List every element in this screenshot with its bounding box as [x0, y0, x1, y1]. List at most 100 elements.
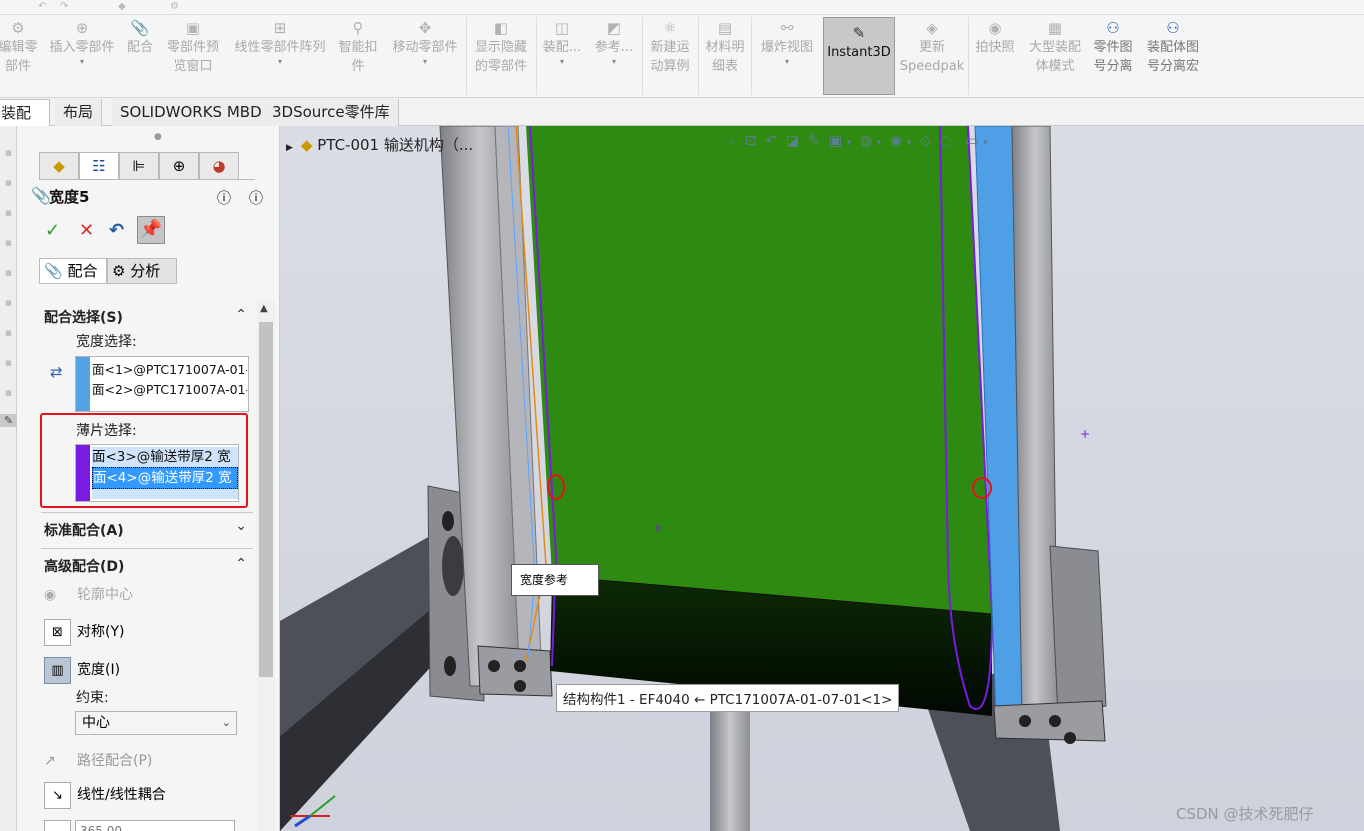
feature-tree-flyout[interactable]: ▶ ◆ PTC-001 输送机构（... [286, 134, 473, 155]
assembly-number-button[interactable]: ⚇ 装配体图 号分离宏 [1142, 19, 1204, 76]
zoom-area-icon[interactable]: ⊡ [745, 133, 757, 149]
tab-selection-list[interactable]: 面<3>@输送带厚2 宽 面<4>@输送带厚2 宽 [75, 444, 239, 502]
large-assembly-button[interactable]: ▦ 大型装配 体模式 [1024, 19, 1086, 76]
view-settings-icon[interactable]: ▭ [965, 133, 978, 149]
tool-icon[interactable]: ▪ [0, 146, 17, 159]
dropdown-arrow-icon[interactable]: ▾ [755, 57, 819, 67]
detailed-preview-icon[interactable]: ⓘ [217, 188, 231, 208]
graphics-viewport[interactable]: + + ▶ ◆ PTC-001 输送机构（... ⌕ ⊡ ↶ ◪ ✎ ▣ ▾ ◍ … [280, 126, 1364, 831]
dropdown-arrow-icon[interactable]: ▾ [44, 57, 120, 67]
zoom-to-fit-icon[interactable]: ⌕ [728, 133, 736, 149]
move-component-button[interactable]: ✥ 移动零部件 ▾ [386, 19, 464, 67]
preview-window-button[interactable]: ▣ 零部件预 览窗口 [160, 19, 226, 76]
expand-caret-icon[interactable]: ▶ [286, 143, 293, 153]
hide-show-items-icon[interactable]: ◉ [890, 133, 902, 149]
speedpak-button[interactable]: ◈ 更新 Speedpak [899, 19, 965, 76]
chevron-up-icon[interactable]: ⌃ [235, 307, 247, 323]
undo-icon[interactable]: ↶ [38, 1, 46, 12]
scroll-thumb[interactable] [259, 322, 273, 677]
pin-button[interactable]: 📌 [137, 216, 165, 244]
options-icon[interactable]: ⚙ [170, 1, 179, 12]
mate-selection-header[interactable]: 配合选择(S) [44, 307, 123, 327]
reference-geometry-button[interactable]: ◩ 参考... ▾ [592, 19, 636, 67]
dropdown-arrow-icon[interactable]: ▾ [386, 57, 464, 67]
bom-button[interactable]: ▤ 材料明 细表 [702, 19, 748, 76]
view-orientation-icon[interactable]: ▣ [829, 133, 842, 149]
instant3d-button[interactable]: ✎ Instant3D [823, 17, 895, 95]
tool-icon[interactable]: ▪ [0, 326, 17, 339]
chevron-down-icon[interactable]: ⌄ [222, 712, 231, 734]
list-item[interactable] [92, 489, 238, 499]
tab-assembly[interactable]: 装配体 [0, 99, 50, 148]
tab-analysis[interactable]: ⚙ 分析 [107, 258, 177, 284]
previous-view-icon[interactable]: ↶ [765, 133, 777, 149]
left-tool-strip: ▪ ▪ ▪ ▪ ▪ ▪ ▪ ▪ ▪ ✎ [0, 126, 17, 831]
redo-icon[interactable]: ↷ [60, 1, 68, 12]
tool-icon[interactable]: ▪ [0, 296, 17, 309]
chevron-down-icon[interactable]: ▾ [877, 138, 882, 148]
width-option[interactable]: ▥ 宽度(I) [44, 657, 120, 684]
assembly-feature-button[interactable]: ◫ 装配... ▾ [540, 19, 584, 67]
snapshot-button[interactable]: ◉ 拍快照 [972, 19, 1018, 57]
constraint-select[interactable]: 中心 ⌄ [75, 711, 237, 735]
display-manager-tab-icon[interactable]: ◕ [199, 152, 239, 180]
chevron-down-icon[interactable]: ⌄ [235, 518, 247, 534]
apply-scene-icon[interactable]: ◌ [940, 133, 952, 149]
linear-pattern-button[interactable]: ⊞ 线性零部件阵列 ▾ [228, 19, 332, 67]
dropdown-arrow-icon[interactable]: ▾ [228, 57, 332, 67]
pm-scrollbar[interactable]: ▲ [257, 301, 275, 831]
list-item[interactable]: 面<3>@输送带厚2 宽 [92, 447, 238, 467]
section-view-icon[interactable]: ◪ [786, 133, 799, 149]
dynamic-annotation-icon[interactable]: ✎ [808, 133, 820, 149]
scroll-up-icon[interactable]: ▲ [260, 303, 268, 314]
chevron-down-icon[interactable]: ▾ [983, 138, 988, 148]
tab-mates[interactable]: 📎 配合 [39, 258, 107, 284]
symmetric-option[interactable]: ⊠ 对称(Y) [44, 619, 124, 646]
undo-button[interactable]: ↶ [109, 220, 124, 241]
advanced-mates-header[interactable]: 高级配合(D) [44, 556, 124, 576]
help-icon[interactable]: ⓘ [249, 188, 263, 208]
feature-manager-tab-icon[interactable]: ◆ [39, 152, 79, 180]
width-selection-list[interactable]: 面<1>@PTC171007A-01-07 面<2>@PTC171007A-01… [75, 356, 249, 412]
tool-icon[interactable]: ▪ [0, 386, 17, 399]
list-item[interactable]: 面<1>@PTC171007A-01-07 [92, 360, 247, 380]
tool-icon[interactable]: ▪ [0, 206, 17, 219]
tool-icon[interactable]: ▪ [0, 176, 17, 189]
part-number-button[interactable]: ⚇ 零件图 号分离 [1090, 19, 1136, 76]
insert-component-button[interactable]: ⊕ 插入零部件 ▾ [44, 19, 120, 67]
property-manager-tab-icon[interactable]: ☷ [79, 152, 119, 180]
configuration-manager-tab-icon[interactable]: ⊫ [119, 152, 159, 180]
panel-grip-icon[interactable]: ● [154, 132, 162, 142]
list-item[interactable]: 面<2>@PTC171007A-01-07 [92, 380, 247, 400]
tab-3dsource[interactable]: 3DSource零件库 [264, 99, 399, 126]
show-hidden-button[interactable]: ◧ 显示隐藏 的零部件 [470, 19, 532, 76]
distance-input[interactable]: 365.00 [75, 820, 235, 831]
tool-icon[interactable]: ▪ [0, 356, 17, 369]
standard-mates-header[interactable]: 标准配合(A) [44, 520, 124, 540]
tool-icon[interactable]: ▪ [0, 266, 17, 279]
tab-mbd[interactable]: SOLIDWORKS MBD [112, 99, 271, 126]
dimxpert-tab-icon[interactable]: ⊕ [159, 152, 199, 180]
dropdown-arrow-icon[interactable]: ▾ [592, 57, 636, 67]
ok-button[interactable]: ✓ [45, 220, 60, 241]
mate-button[interactable]: 📎 配合 [122, 19, 158, 57]
motion-study-button[interactable]: ⚛ 新建运 动算例 [646, 19, 694, 76]
chevron-down-icon[interactable]: ▾ [847, 138, 852, 148]
list-item[interactable]: 面<4>@输送带厚2 宽 [92, 467, 238, 489]
select-icon[interactable]: ◆ [118, 1, 126, 12]
smart-fastener-button[interactable]: ⚲ 智能扣 件 [334, 19, 382, 76]
chevron-down-icon[interactable]: ▾ [907, 138, 912, 148]
dropdown-arrow-icon[interactable]: ▾ [540, 57, 584, 67]
edit-appearance-icon[interactable]: ◇ [920, 133, 931, 149]
profile-center-option[interactable]: ◉ 轮廓中心 [44, 584, 133, 604]
instant3d-icon[interactable]: ✎ [0, 414, 17, 427]
path-mate-option[interactable]: ↗ 路径配合(P) [44, 750, 152, 770]
linear-coupler-option[interactable]: ↘ 线性/线性耦合 [44, 782, 166, 809]
cancel-button[interactable]: ✕ [79, 220, 94, 241]
tab-layout[interactable]: 布局 [55, 99, 103, 126]
chevron-up-icon[interactable]: ⌃ [235, 556, 247, 572]
exploded-view-button[interactable]: ⚯ 爆炸视图 ▾ [755, 19, 819, 67]
edit-component-button[interactable]: ⚙ 编辑零 部件 [0, 19, 38, 76]
display-style-icon[interactable]: ◍ [860, 133, 872, 149]
tool-icon[interactable]: ▪ [0, 236, 17, 249]
